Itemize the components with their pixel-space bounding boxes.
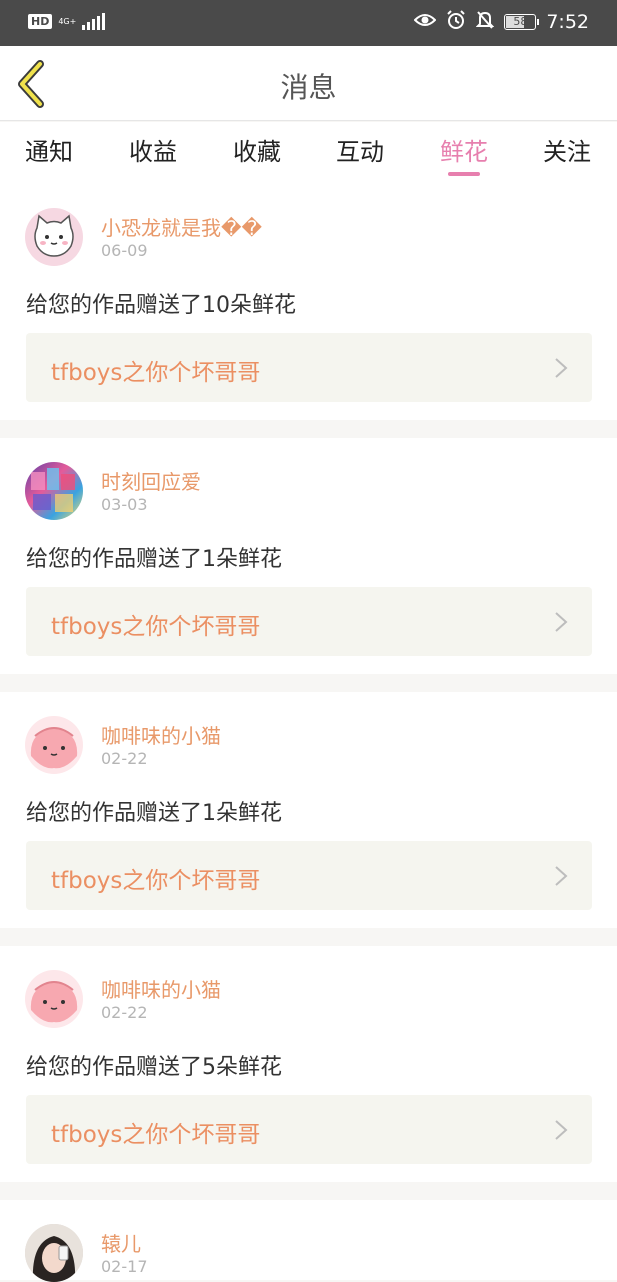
status-bar: HD 4G+ 58 7:52 — [0, 0, 617, 46]
status-left: HD 4G+ — [28, 12, 106, 30]
tab-earnings[interactable]: 收益 — [113, 132, 193, 167]
tab-favorites[interactable]: 收藏 — [217, 132, 297, 167]
username[interactable]: 咖啡味的小猫 — [101, 720, 221, 749]
message-card: 辕儿 02-17 — [0, 1200, 617, 1282]
username[interactable]: 时刻回应爱 — [101, 466, 201, 495]
tab-following[interactable]: 关注 — [527, 132, 607, 167]
cat-avatar[interactable] — [25, 208, 83, 266]
message-date: 06-09 — [101, 241, 148, 260]
message-card: 时刻回应爱 03-03 给您的作品赠送了1朵鲜花 tfboys之你个坏哥哥 — [0, 438, 617, 674]
work-link[interactable]: tfboys之你个坏哥哥 — [26, 587, 592, 656]
eye-icon — [413, 12, 437, 32]
chevron-right-icon — [555, 612, 568, 632]
tab-flowers[interactable]: 鲜花 — [424, 132, 504, 176]
work-title: tfboys之你个坏哥哥 — [51, 360, 261, 386]
message-card: 小恐龙就是我�� 06-09 给您的作品赠送了10朵鲜花 tfboys之你个坏哥… — [0, 184, 617, 420]
username[interactable]: 辕儿 — [101, 1228, 141, 1257]
message-card: 咖啡味的小猫 02-22 给您的作品赠送了5朵鲜花 tfboys之你个坏哥哥 — [0, 946, 617, 1182]
work-link[interactable]: tfboys之你个坏哥哥 — [26, 1095, 592, 1164]
message-date: 02-22 — [101, 1003, 148, 1022]
work-title: tfboys之你个坏哥哥 — [51, 1122, 261, 1148]
message-card: 咖啡味的小猫 02-22 给您的作品赠送了1朵鲜花 tfboys之你个坏哥哥 — [0, 692, 617, 928]
work-link[interactable]: tfboys之你个坏哥哥 — [26, 841, 592, 910]
battery-icon: 58 — [504, 14, 540, 30]
work-link[interactable]: tfboys之你个坏哥哥 — [26, 333, 592, 402]
work-title: tfboys之你个坏哥哥 — [51, 614, 261, 640]
bell-off-icon — [475, 10, 495, 34]
chevron-right-icon — [555, 358, 568, 378]
network-type: 4G+ — [58, 16, 77, 26]
peach-avatar[interactable] — [25, 716, 83, 774]
message-date: 02-17 — [101, 1257, 148, 1276]
message-text: 给您的作品赠送了1朵鲜花 — [26, 801, 282, 826]
work-title: tfboys之你个坏哥哥 — [51, 868, 261, 894]
battery-level: 58 — [513, 15, 528, 28]
message-text: 给您的作品赠送了1朵鲜花 — [26, 547, 282, 572]
username[interactable]: 小恐龙就是我�� — [101, 212, 262, 241]
status-right: 58 7:52 — [413, 10, 589, 34]
chevron-right-icon — [555, 1120, 568, 1140]
hd-badge: HD — [28, 13, 53, 29]
tab-bar: 通知 收益 收藏 互动 鲜花 关注 — [0, 122, 617, 184]
message-text: 给您的作品赠送了10朵鲜花 — [26, 293, 296, 318]
alarm-icon — [446, 10, 466, 34]
page-title: 消息 — [280, 71, 337, 104]
collage-avatar[interactable] — [25, 462, 83, 520]
message-text: 给您的作品赠送了5朵鲜花 — [26, 1055, 282, 1080]
chevron-right-icon — [555, 866, 568, 886]
message-date: 03-03 — [101, 495, 148, 514]
header: 消息 — [0, 46, 617, 121]
clock: 7:52 — [546, 11, 589, 33]
message-date: 02-22 — [101, 749, 148, 768]
username[interactable]: 咖啡味的小猫 — [101, 974, 221, 1003]
signal-icon — [82, 12, 106, 30]
tab-interactions[interactable]: 互动 — [320, 132, 400, 167]
peach-avatar[interactable] — [25, 970, 83, 1028]
girl-avatar[interactable] — [25, 1224, 83, 1282]
tab-notifications[interactable]: 通知 — [9, 132, 89, 167]
